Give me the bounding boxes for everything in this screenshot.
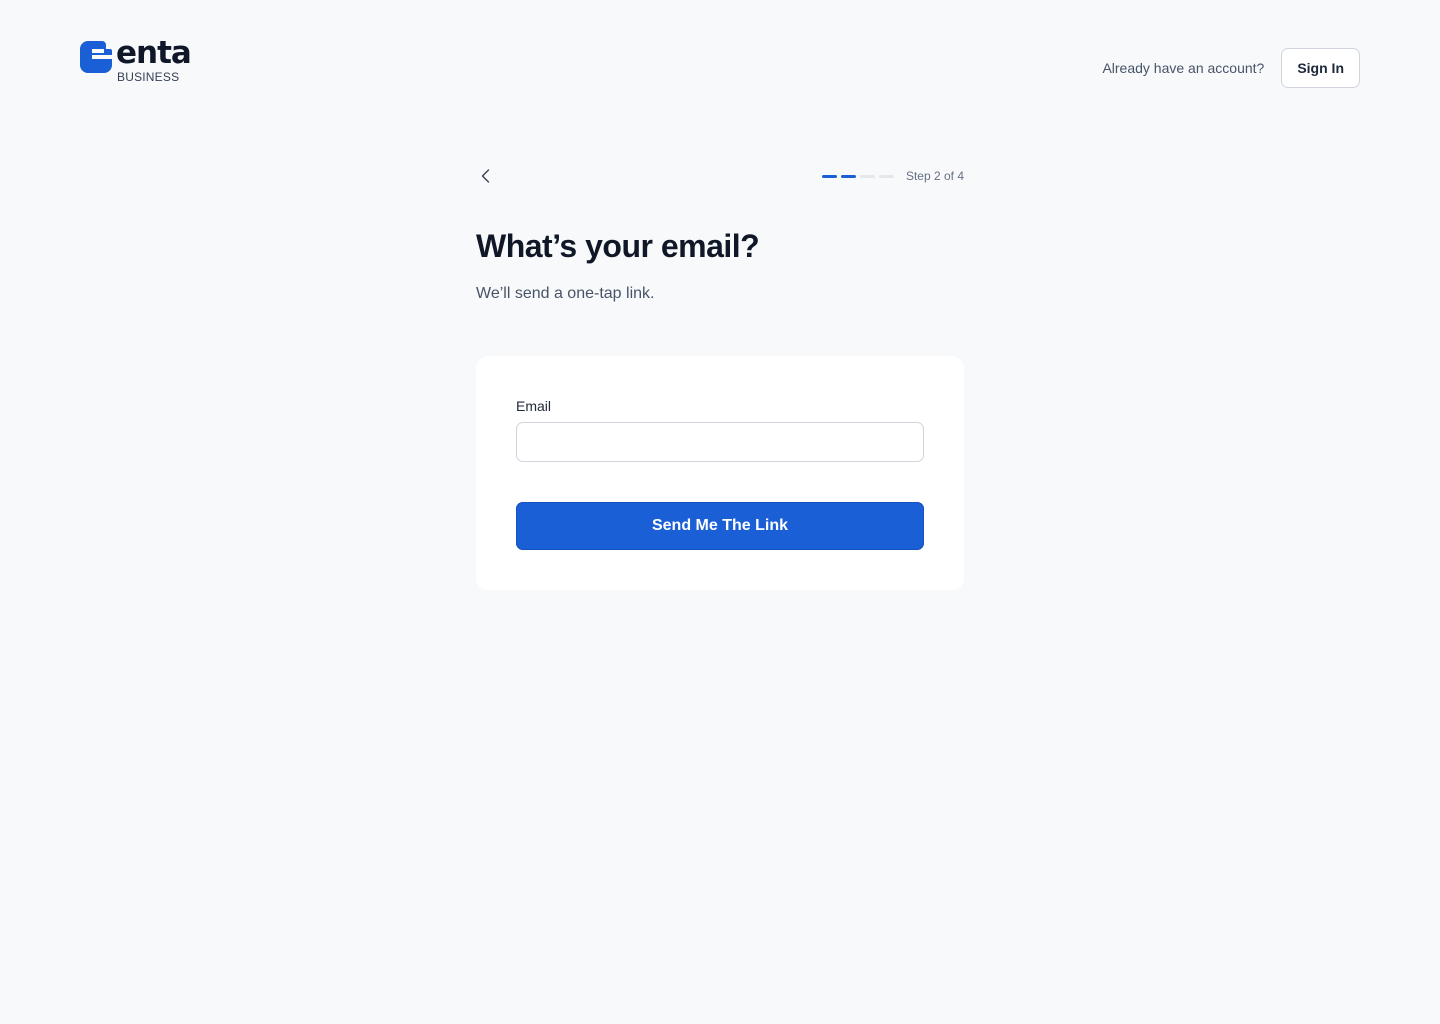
page-header: enta BUSINESS Already have an account? S… [0, 0, 1440, 136]
step-label: Step 2 of 4 [905, 169, 964, 183]
have-account-text: Already have an account? [1102, 60, 1265, 76]
sign-in-button[interactable]: Sign In [1281, 48, 1360, 88]
enta-logo-mark-icon [80, 41, 112, 73]
signup-step-panel: Step 2 of 4 What’s your email? We’ll sen… [476, 160, 964, 590]
progress-dot-4 [878, 174, 894, 178]
email-label: Email [516, 398, 552, 414]
chevron-left-icon [481, 169, 490, 183]
progress-dot-1 [821, 174, 837, 178]
page-title: What’s your email? [476, 228, 760, 264]
logo-wordmark: enta [116, 35, 192, 71]
progress-dot-3 [859, 174, 875, 178]
enta-logo[interactable]: enta BUSINESS [80, 35, 210, 88]
email-form-card: Email Send Me The Link [476, 356, 964, 590]
step-progress: Step 2 of 4 [821, 169, 964, 183]
page-subtitle: We’ll send a one-tap link. [476, 285, 655, 302]
step-topbar: Step 2 of 4 [476, 160, 964, 192]
back-button[interactable] [474, 164, 498, 188]
progress-dot-2 [840, 174, 856, 178]
email-input[interactable] [516, 422, 924, 462]
progress-dots [821, 174, 894, 178]
send-link-button[interactable]: Send Me The Link [516, 502, 924, 550]
header-actions: Already have an account? Sign In [1102, 48, 1360, 88]
logo-subtitle: BUSINESS [117, 70, 180, 84]
